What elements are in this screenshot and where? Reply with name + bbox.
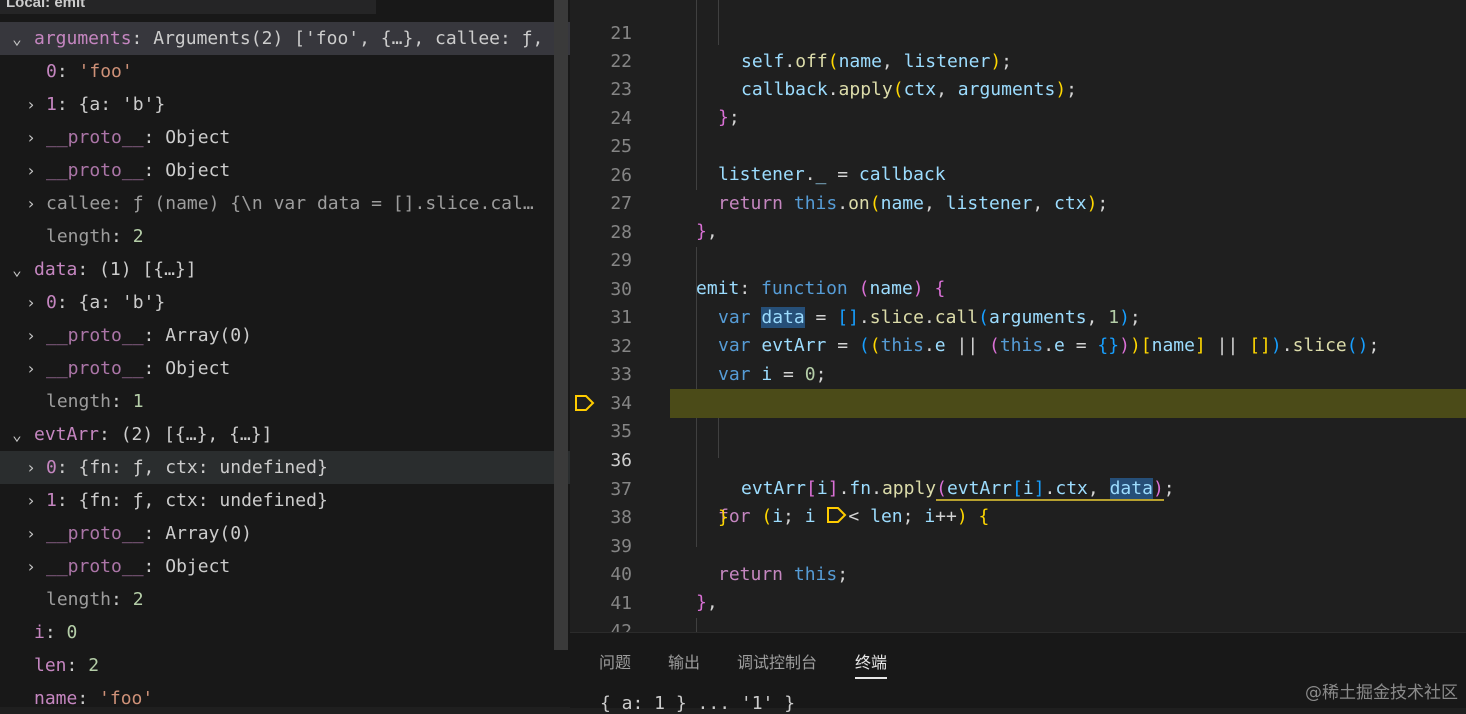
- variable-row[interactable]: ⌄ arguments: Arguments(2) ['foo', {…}, c…: [0, 22, 570, 55]
- chevron-down-icon[interactable]: ⌄: [10, 418, 24, 451]
- code-line[interactable]: 32 var i = 0;: [570, 304, 1466, 386]
- terminal-output[interactable]: { a: 1 } ... '1' }: [600, 693, 795, 714]
- chevron-right-icon[interactable]: ›: [24, 187, 38, 220]
- tab-debug-console[interactable]: 调试控制台: [737, 649, 817, 673]
- chevron-right-icon[interactable]: ›: [24, 154, 38, 187]
- chevron-right-icon[interactable]: ›: [24, 352, 38, 385]
- variable-row[interactable]: › __proto__: Object: [0, 352, 570, 385]
- variable-row[interactable]: ⌄ evtArr: (2) [{…}, {…}]: [0, 418, 570, 451]
- code-line[interactable]: 39 return this;: [570, 504, 1466, 586]
- variable-row[interactable]: › __proto__: Object: [0, 550, 570, 583]
- variable-row[interactable]: 0: 'foo': [0, 55, 570, 88]
- chevron-right-icon[interactable]: ›: [24, 550, 38, 583]
- code-line[interactable]: 33 var len = evtArr.length;: [570, 332, 1466, 414]
- variable-row[interactable]: length: 2: [0, 220, 570, 253]
- variable-row[interactable]: › 1: {fn: ƒ, ctx: undefined}: [0, 484, 570, 517]
- code-line[interactable]: 24: [570, 76, 1466, 129]
- chevron-right-icon[interactable]: ›: [24, 286, 38, 319]
- variable-row[interactable]: i: 0: [0, 616, 570, 649]
- code-line[interactable]: 29 emit: function (name) {: [570, 218, 1466, 300]
- code-editor[interactable]: 21 self.off(name, listener); 22 callback…: [570, 0, 1466, 632]
- chevron-down-icon[interactable]: ⌄: [10, 253, 24, 286]
- code-line-current[interactable]: 36 evtArr[i].fn.apply(evtArr[i].ctx, dat…: [570, 418, 1466, 502]
- variable-row[interactable]: › __proto__: Object: [0, 154, 570, 187]
- chevron-right-icon[interactable]: ›: [24, 451, 38, 484]
- tab-terminal[interactable]: 终端: [855, 649, 888, 679]
- variables-scrollbar[interactable]: [554, 0, 568, 650]
- code-line[interactable]: 41: [570, 561, 1466, 614]
- code-line[interactable]: 30 var data = [].slice.call(arguments, 1…: [570, 247, 1466, 329]
- scope-header[interactable]: Local: emit: [0, 0, 376, 14]
- variable-row[interactable]: › 0: {a: 'b'}: [0, 286, 570, 319]
- code-line[interactable]: 23 };: [570, 47, 1466, 129]
- variable-row[interactable]: length: 2: [0, 583, 570, 616]
- variable-row[interactable]: name: 'foo': [0, 682, 570, 707]
- code-line[interactable]: 26 return this.on(name, listener, ctx);: [570, 133, 1466, 215]
- code-line[interactable]: 38: [570, 475, 1466, 528]
- code-line[interactable]: 43 var e = this.e || (this.e = {});: [570, 618, 1466, 632]
- variable-row[interactable]: › __proto__: Array(0): [0, 517, 570, 550]
- debug-paused-arrow-icon[interactable]: [574, 394, 596, 412]
- variable-row[interactable]: › 1: {a: 'b'}: [0, 88, 570, 121]
- code-line[interactable]: 21 self.off(name, listener);: [570, 0, 1466, 73]
- chevron-right-icon[interactable]: ›: [24, 484, 38, 517]
- variables-panel: Local: emit ⌄ arguments: Arguments(2) ['…: [0, 0, 570, 707]
- code-line[interactable]: 28: [570, 190, 1466, 243]
- paused-line-highlight: [670, 389, 1466, 418]
- variable-row[interactable]: › callee: ƒ (name) {\n var data = [].sli…: [0, 187, 570, 220]
- chevron-right-icon[interactable]: ›: [24, 121, 38, 154]
- code-line[interactable]: 31 var evtArr = ((this.e || (this.e = {}…: [570, 275, 1466, 357]
- code-line[interactable]: 25 listener._ = callback: [570, 104, 1466, 186]
- variable-row[interactable]: len: 2: [0, 649, 570, 682]
- variable-row[interactable]: › __proto__: Array(0): [0, 319, 570, 352]
- variable-row[interactable]: length: 1: [0, 385, 570, 418]
- chevron-right-icon[interactable]: ›: [24, 88, 38, 121]
- variable-row[interactable]: › 0: {fn: ƒ, ctx: undefined}: [0, 451, 570, 484]
- chevron-right-icon[interactable]: ›: [24, 319, 38, 352]
- watermark: @稀土掘金技术社区: [1305, 683, 1458, 703]
- tab-output[interactable]: 输出: [668, 649, 700, 673]
- code-line[interactable]: 22 callback.apply(ctx, arguments);: [570, 19, 1466, 101]
- code-line[interactable]: 34: [570, 361, 1466, 414]
- code-line[interactable]: 27 },: [570, 161, 1466, 243]
- variable-row[interactable]: ⌄ data: (1) [{…}]: [0, 253, 570, 286]
- chevron-right-icon[interactable]: ›: [24, 517, 38, 550]
- bottom-panel: 问题 输出 调试控制台 终端 { a: 1 } ... '1' } @稀土掘金技…: [570, 632, 1466, 714]
- code-line-paused[interactable]: 35 for (i; i < len; i++) {: [570, 389, 1466, 527]
- code-line[interactable]: 40 },: [570, 532, 1466, 614]
- code-line[interactable]: 37 }: [570, 447, 1466, 529]
- chevron-down-icon[interactable]: ⌄: [10, 22, 24, 55]
- variable-row[interactable]: › __proto__: Object: [0, 121, 570, 154]
- code-line[interactable]: 42 off: function (name, callback) {: [570, 589, 1466, 632]
- tab-problems[interactable]: 问题: [599, 649, 631, 673]
